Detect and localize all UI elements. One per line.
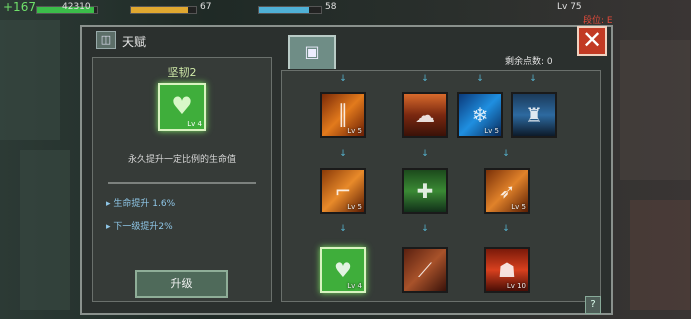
talent-node-ice[interactable]: ❄ Lv 5 <box>457 92 503 138</box>
dialog-title: 天赋 <box>122 35 147 49</box>
figure-heal-icon: ✚ <box>416 179 434 203</box>
explosion-icon: ☁ <box>415 103 435 127</box>
tree-arrow: ↓ <box>529 74 537 84</box>
hp-change: +167 <box>3 0 36 14</box>
upgrade-button[interactable]: 升级 <box>135 270 228 298</box>
talent-node-kick[interactable]: ➶ Lv 5 <box>484 168 530 214</box>
tree-arrow: ↓ <box>421 149 429 159</box>
energy-bar <box>258 6 322 14</box>
tree-arrow: ↓ <box>339 74 347 84</box>
stat-current: ▸ 生命提升 1.6% <box>106 199 176 209</box>
talent-node-fighter[interactable]: ☗ Lv 10 <box>484 247 530 293</box>
tree-arrow: ↓ <box>421 224 429 234</box>
stamina-bar <box>130 6 197 14</box>
player-level: Lv 75 <box>557 2 582 12</box>
talent-node-heal-figure[interactable]: ✚ <box>402 168 448 214</box>
skill-name: 坚韧2 <box>167 66 197 79</box>
tree-arrow: ↓ <box>421 74 429 84</box>
talent-node-bullet[interactable]: ⟋ <box>402 247 448 293</box>
hud-bar: +167 42310 67 58 Lv 75 段位: E <box>0 0 691 26</box>
shield-figure-icon: ♜ <box>525 103 543 127</box>
remaining-points: 剩余点数: 0 <box>505 57 553 67</box>
tree-arrow: ↓ <box>339 224 347 234</box>
talent-node-fire-beam[interactable]: ║ Lv 5 <box>320 92 366 138</box>
selected-skill-icon: ♥ Lv 4 <box>158 83 206 131</box>
talent-node-gun[interactable]: ⌐ Lv 5 <box>320 168 366 214</box>
tree-arrow: ↓ <box>502 224 510 234</box>
talent-node-shield[interactable]: ♜ <box>511 92 557 138</box>
tree-emblem-icon: ▣ <box>304 42 320 61</box>
stamina-value: 67 <box>200 2 212 12</box>
talent-book-icon: ◫ <box>96 31 116 49</box>
tree-arrow: ↓ <box>476 74 484 84</box>
divider <box>108 182 256 184</box>
stat-next: ▸ 下一级提升2% <box>106 222 173 232</box>
talent-node-explosion[interactable]: ☁ <box>402 92 448 138</box>
close-button[interactable]: ✕ <box>577 26 607 56</box>
tree-arrow: ↓ <box>339 149 347 159</box>
close-icon: ✕ <box>581 26 603 54</box>
tree-arrow: ↓ <box>502 149 510 159</box>
hp-value: 42310 <box>62 2 91 12</box>
talent-node-toughness-selected[interactable]: ♥ Lv 4 <box>320 247 366 293</box>
bullet-icon: ⟋ <box>418 258 432 282</box>
skill-description: 永久提升一定比例的生命值 <box>127 155 236 165</box>
question-icon: ? <box>590 299 596 310</box>
selected-skill-level: Lv 4 <box>187 120 202 128</box>
energy-value: 58 <box>325 2 337 12</box>
help-button[interactable]: ? <box>585 296 601 314</box>
tab-talent-tree[interactable]: ▣ <box>288 35 336 69</box>
